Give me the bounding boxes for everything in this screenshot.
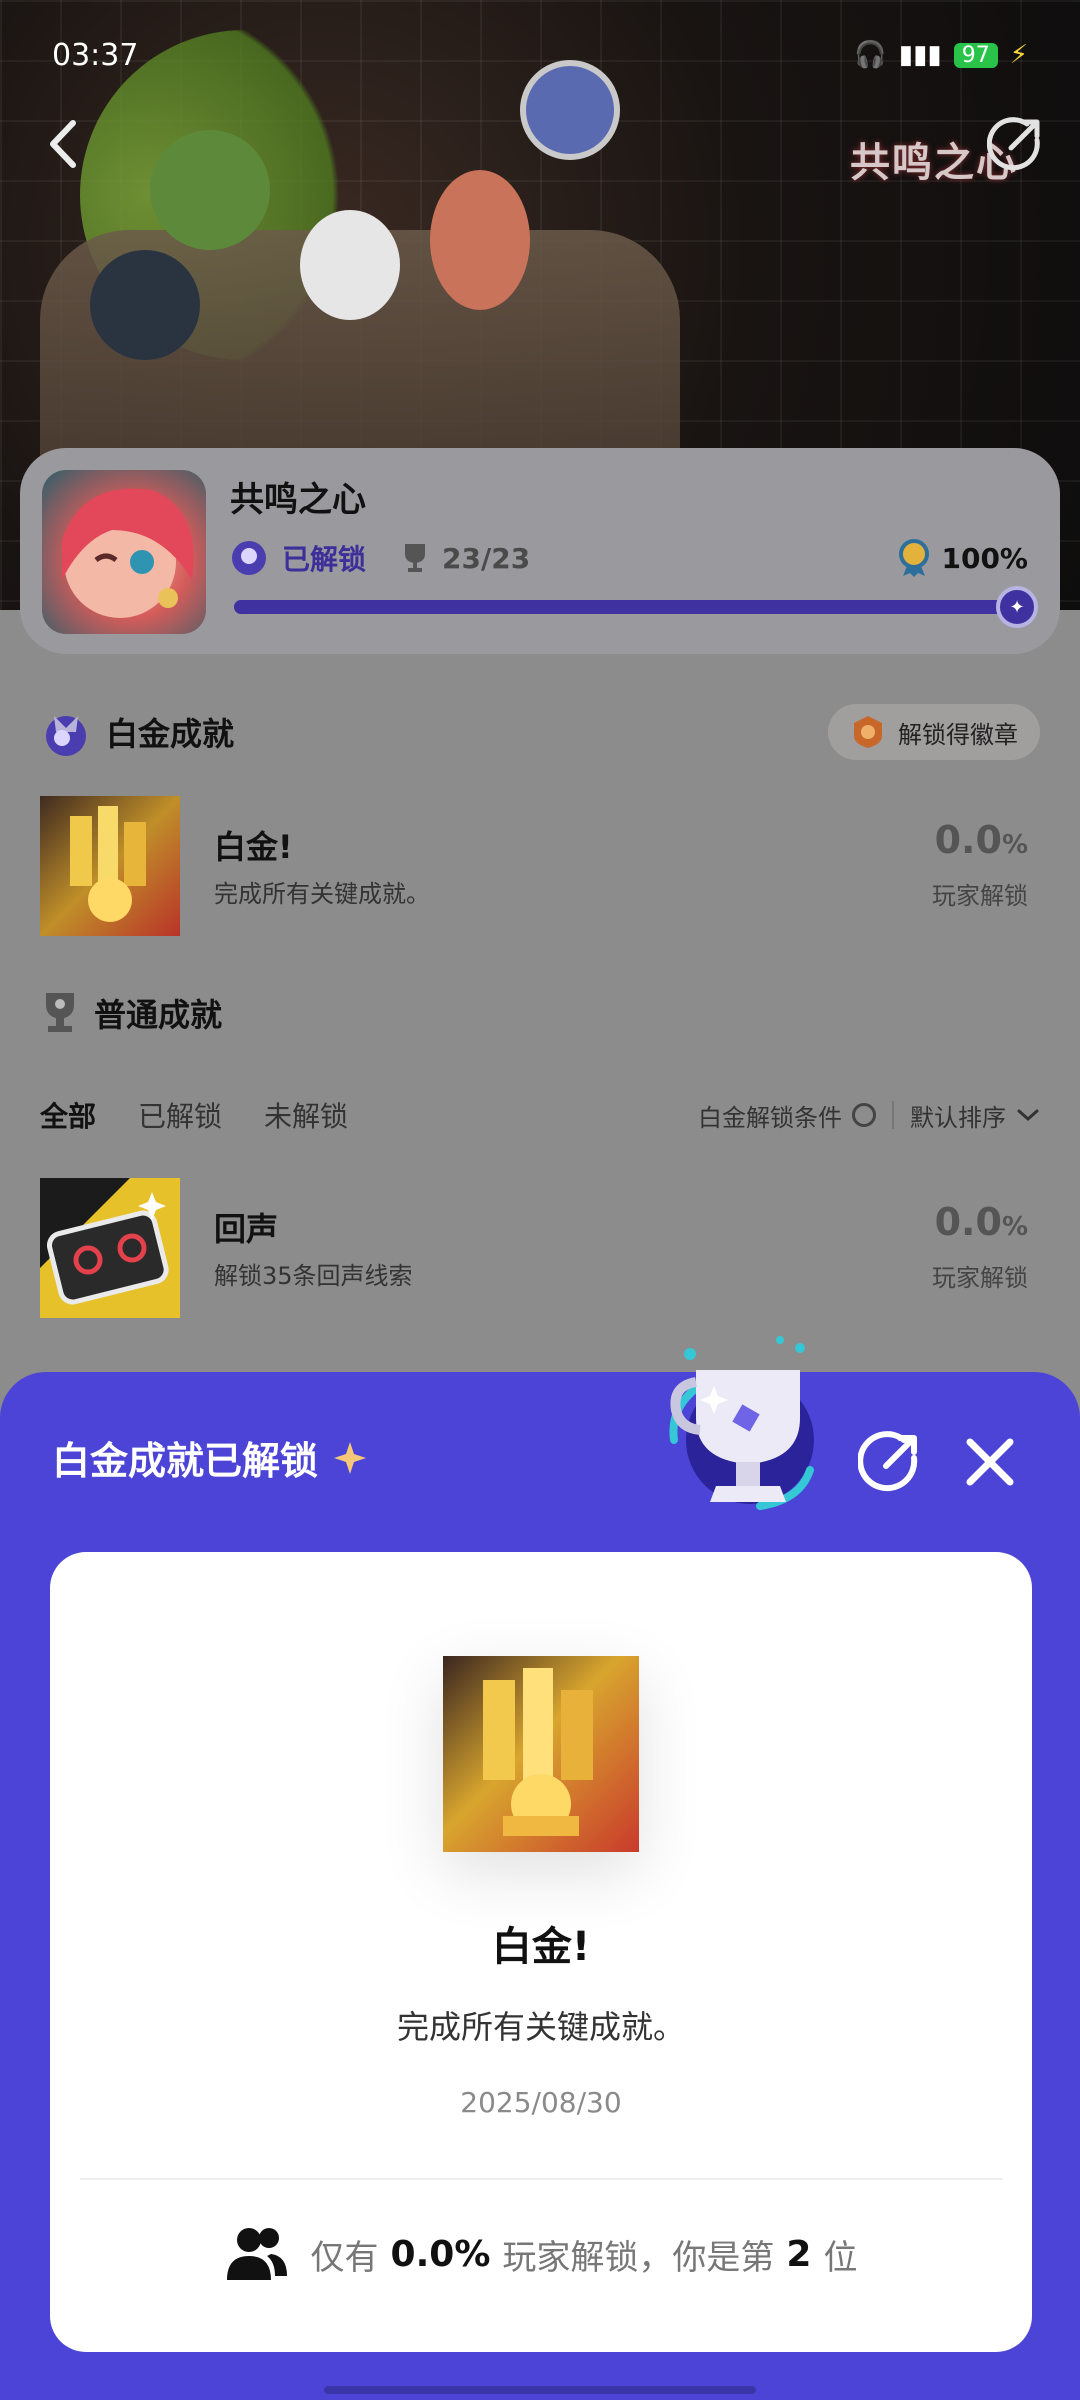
stat-suffix: 位 — [823, 2237, 858, 2278]
game-icon — [42, 470, 206, 634]
checkbox-icon — [852, 1103, 876, 1127]
status-icons: 🎧 ▮▮▮ 97 ⚡ — [854, 40, 1028, 70]
echo-achievement-image — [40, 1178, 180, 1318]
divider — [80, 2178, 1002, 2180]
sheet-title-text: 白金成就已解锁 — [52, 1439, 319, 1483]
hero-character-frog — [150, 130, 270, 250]
achievement-unlock-date: 2025/08/30 — [460, 2086, 622, 2119]
platinum-unlocked-sheet: 白金成就已解锁 白金! 完成所有关键成就。 2025/08/30 仅有 0.0%… — [0, 1336, 1080, 2400]
filter-bar: 全部 已解锁 未解锁 白金解锁条件 默认排序 — [40, 1090, 1040, 1140]
platinum-condition-toggle[interactable]: 白金解锁条件 — [698, 1098, 876, 1133]
stat-percent: 0.0% — [390, 2233, 491, 2275]
achievement-name: 白金! — [214, 828, 293, 866]
platinum-condition-label: 白金解锁条件 — [698, 1103, 842, 1132]
unlocked-badge-icon — [232, 541, 266, 575]
medal-icon — [899, 539, 930, 577]
chevron-down-icon — [1017, 1109, 1039, 1122]
stat-prefix: 仅有 — [310, 2237, 379, 2278]
platinum-achievement-row[interactable]: 白金! 完成所有关键成就。 0.0% 玩家解锁 — [40, 796, 1040, 936]
achievement-detail-desc: 完成所有关键成就。 — [396, 2008, 685, 2046]
achievement-detail-name: 白金! — [491, 1924, 591, 1970]
trophy-count: 23/23 — [442, 541, 531, 575]
platinum-section-title: 白金成就 — [106, 715, 235, 753]
status-time: 03:37 — [52, 37, 139, 73]
hero-character-bird — [90, 250, 200, 360]
divider — [892, 1101, 894, 1129]
chevron-left-icon — [50, 120, 76, 168]
sheet-close-button[interactable] — [952, 1424, 1028, 1500]
sheet-title: 白金成就已解锁 — [52, 1430, 370, 1485]
percent-value: 0.0 — [934, 1200, 1002, 1244]
achievement-unlock-label: 玩家解锁 — [932, 1264, 1028, 1292]
filter-all[interactable]: 全部 — [40, 1095, 96, 1135]
unlock-badge-button[interactable]: 解锁得徽章 — [828, 704, 1040, 760]
back-button[interactable] — [22, 104, 102, 184]
achievement-unlock-percent: 0.0% — [935, 1200, 1028, 1244]
filter-options: 白金解锁条件 默认排序 — [698, 1098, 1040, 1133]
achievement-name: 回声 — [214, 1210, 279, 1248]
achievement-detail-image — [443, 1656, 639, 1852]
progress-star-icon: ✦ — [996, 586, 1038, 628]
headphone-icon: 🎧 — [854, 40, 887, 70]
unlock-rank-stat: 仅有 0.0% 玩家解锁，你是第 2 位 — [50, 2226, 1032, 2282]
completion-progress-fill — [234, 600, 1024, 614]
share-button-top[interactable] — [975, 104, 1055, 184]
normal-trophy-icon — [46, 993, 74, 1032]
sparkle-star-icon — [334, 1441, 367, 1474]
signal-icon: ▮▮▮ — [898, 40, 942, 70]
battery-level: 97 — [953, 42, 998, 68]
platinum-section-header: 白金成就 — [40, 706, 234, 758]
completion-percent: 100% — [897, 538, 1028, 578]
achievement-desc: 完成所有关键成就。 — [214, 880, 430, 908]
charging-icon: ⚡ — [1009, 40, 1028, 70]
status-bar: 03:37 🎧 ▮▮▮ 97 ⚡ — [0, 0, 1080, 110]
hero-character-rabbit — [300, 210, 400, 320]
achievement-desc: 解锁35条回声线索 — [214, 1262, 413, 1290]
achievement-unlock-label: 玩家解锁 — [932, 882, 1028, 910]
completion-percent-value: 100% — [941, 541, 1028, 575]
filter-unlocked[interactable]: 已解锁 — [138, 1095, 222, 1135]
game-title: 共鸣之心 — [230, 480, 366, 520]
trophy-icon — [405, 544, 426, 572]
unlock-badge-label: 解锁得徽章 — [898, 720, 1018, 749]
home-indicator[interactable] — [324, 2386, 756, 2394]
unlock-status-row: 已解锁 23/23 — [230, 538, 530, 578]
share-icon — [858, 1431, 918, 1492]
normal-section-title: 普通成就 — [94, 996, 223, 1034]
stat-middle: 玩家解锁，你是第 — [502, 2237, 775, 2278]
filter-locked[interactable]: 未解锁 — [264, 1095, 348, 1135]
close-icon — [966, 1438, 1014, 1486]
percent-value: 0.0 — [934, 818, 1002, 862]
platinum-badge-icon — [46, 716, 86, 756]
unlock-status: 已解锁 — [282, 543, 367, 576]
completion-progress: ✦ — [234, 586, 1038, 628]
percent-unit: % — [1001, 1212, 1028, 1242]
sort-label: 默认排序 — [910, 1103, 1006, 1132]
sheet-share-button[interactable] — [852, 1424, 928, 1500]
platinum-art — [443, 1656, 639, 1852]
achievement-unlock-percent: 0.0% — [935, 818, 1028, 862]
stat-rank: 2 — [786, 2233, 812, 2275]
platinum-achievement-image — [40, 796, 180, 936]
normal-section-header: 普通成就 — [40, 990, 222, 1036]
list-item[interactable]: 回声 解锁35条回声线索 0.0% 玩家解锁 — [40, 1178, 1040, 1318]
trophy-illustration — [669, 1336, 814, 1510]
game-summary-card: 共鸣之心 已解锁 23/23 100% ✦ — [20, 448, 1060, 654]
percent-unit: % — [1001, 830, 1028, 860]
share-icon — [987, 117, 1040, 171]
achievement-detail-card: 白金! 完成所有关键成就。 2025/08/30 仅有 0.0% 玩家解锁，你是… — [50, 1552, 1032, 2352]
users-icon — [226, 2228, 287, 2280]
hero-character-fox — [430, 170, 530, 310]
sort-dropdown[interactable]: 默认排序 — [910, 1098, 1040, 1133]
badge-icon — [854, 716, 882, 748]
